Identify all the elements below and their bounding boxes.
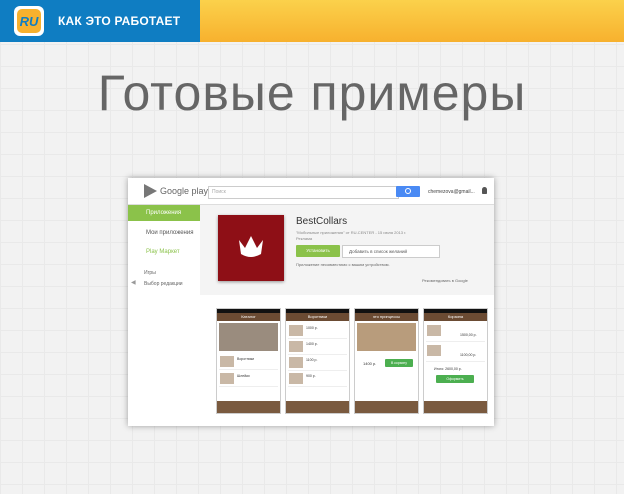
- product-thumb: [427, 345, 441, 356]
- phone-screen-product: это принцессы 1400 р. В корзину: [354, 308, 419, 414]
- app-category[interactable]: Реклама: [296, 236, 312, 241]
- phone-title: Каталог: [217, 313, 280, 321]
- ru-logo: RU: [14, 6, 44, 36]
- cart-item[interactable]: 1500,00 р.: [426, 323, 485, 342]
- google-play-icon: [144, 184, 157, 198]
- product-thumb: [289, 357, 303, 368]
- phone-title: это принцессы: [355, 313, 418, 321]
- bell-icon[interactable]: [482, 187, 487, 194]
- sidebar: Приложения Мои приложения Play Маркет ◀ …: [128, 205, 200, 295]
- user-account[interactable]: chemezova@gmail...: [428, 189, 475, 195]
- sidebar-item-my-apps[interactable]: Мои приложения: [146, 229, 196, 237]
- slide-headline: Готовые примеры: [97, 65, 527, 121]
- list-item[interactable]: 1000 р.: [288, 323, 347, 339]
- list-item[interactable]: Шлейки: [219, 371, 278, 387]
- list-item[interactable]: 900 р.: [288, 371, 347, 387]
- section-title: КАК ЭТО РАБОТАЕТ: [58, 14, 181, 28]
- list-item[interactable]: Воротники: [219, 354, 278, 370]
- phone-title: Корзина: [424, 313, 487, 321]
- google-play-header: Google play Поиск chemezova@gmail...: [128, 178, 494, 205]
- checkout-button[interactable]: Оформить: [436, 375, 474, 383]
- phone-title: Воротники: [286, 313, 349, 321]
- compat-note: Приложение несовместимо с вашим устройст…: [296, 262, 390, 267]
- list-item-label: 1400 р.: [306, 342, 318, 346]
- wishlist-button[interactable]: Добавить в список желаний: [342, 245, 440, 258]
- phone-nav-bar: [355, 401, 418, 413]
- list-item-label: Воротники: [237, 357, 255, 361]
- search-icon: [405, 188, 411, 194]
- list-item-label: 1000 р.: [306, 326, 318, 330]
- product-thumb: [427, 325, 441, 336]
- product-thumb: [289, 373, 303, 384]
- tulip-icon: [239, 236, 263, 257]
- product-thumb: [220, 373, 234, 384]
- product-image: [357, 323, 416, 351]
- product-price: 1400 р.: [363, 361, 377, 366]
- sidebar-item-editors[interactable]: Выбор редакции: [144, 281, 183, 287]
- cart-item-price: 1100,00 р.: [460, 353, 477, 357]
- google-play-logo: Google play: [160, 186, 209, 196]
- cart-total: Итого: 2600,00 р.: [434, 367, 462, 371]
- recommend-google[interactable]: Рекомендовать в Google: [422, 278, 468, 283]
- sidebar-item-apps[interactable]: Приложения: [128, 205, 200, 221]
- phone-nav-bar: [286, 401, 349, 413]
- list-item[interactable]: 1400 р.: [288, 339, 347, 355]
- cart-item[interactable]: 1100,00 р.: [426, 343, 485, 362]
- cart-item-price: 1500,00 р.: [460, 333, 477, 337]
- sidebar-item-games[interactable]: Игры: [144, 270, 156, 276]
- app-title: BestCollars: [296, 216, 348, 227]
- list-item-label: 1100 р.: [306, 358, 318, 362]
- phone-screen-cart: Корзина 1500,00 р. 1100,00 р. Итого: 260…: [423, 308, 488, 414]
- list-item[interactable]: 1100 р.: [288, 355, 347, 371]
- google-play-screenshot: Google play Поиск chemezova@gmail... При…: [128, 178, 494, 426]
- sidebar-item-market[interactable]: Play Маркет: [146, 249, 180, 255]
- sidebar-item-label: Приложения: [146, 210, 182, 216]
- ru-logo-mark: RU: [17, 9, 41, 33]
- chevron-left-icon[interactable]: ◀: [131, 279, 136, 286]
- phone-screen-collars: Воротники 1000 р. 1400 р. 1100 р. 900 р.: [285, 308, 350, 414]
- product-thumb: [289, 341, 303, 352]
- catalog-hero-image: [219, 323, 278, 351]
- product-thumb: [220, 356, 234, 367]
- phone-nav-bar: [217, 401, 280, 413]
- app-meta: "Мобильные приложения" от RU-CENTER - 15…: [296, 230, 407, 235]
- list-item-label: 900 р.: [306, 374, 316, 378]
- search-button[interactable]: [396, 186, 420, 197]
- phone-screen-catalog: Каталог Воротники Шлейки: [216, 308, 281, 414]
- phone-nav-bar: [424, 401, 487, 413]
- top-banner: RU КАК ЭТО РАБОТАЕТ: [0, 0, 624, 42]
- app-icon: [218, 215, 284, 281]
- install-button[interactable]: Установить: [296, 245, 340, 257]
- search-input[interactable]: Поиск: [208, 186, 399, 199]
- app-card: BestCollars "Мобильные приложения" от RU…: [200, 205, 494, 295]
- add-to-cart-button[interactable]: В корзину: [385, 359, 413, 367]
- phone-screenshots: Каталог Воротники Шлейки Воротники 1000 …: [216, 308, 492, 414]
- list-item-label: Шлейки: [237, 374, 250, 378]
- product-thumb: [289, 325, 303, 336]
